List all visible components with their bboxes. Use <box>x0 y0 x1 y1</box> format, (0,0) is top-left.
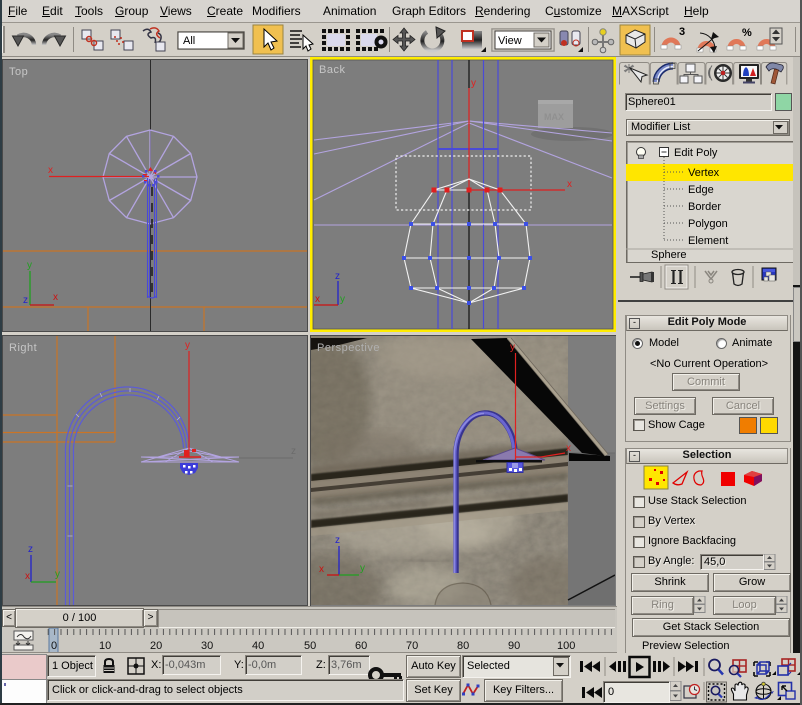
svg-text:40: 40 <box>252 640 264 652</box>
svg-text:20: 20 <box>150 640 162 652</box>
svg-text:z: z <box>28 544 33 555</box>
svg-text:Edge: Edge <box>688 184 714 196</box>
svg-text:Perspective: Perspective <box>317 342 380 354</box>
svg-text:y: y <box>185 340 190 351</box>
svg-text:z: z <box>291 446 296 457</box>
svg-text:MAX: MAX <box>544 112 564 122</box>
svg-text:0: 0 <box>51 640 57 652</box>
svg-text:Vertex: Vertex <box>688 167 720 179</box>
svg-text:View: View <box>498 35 522 47</box>
svg-text:80: 80 <box>457 640 469 652</box>
svg-text:y: y <box>27 260 32 271</box>
svg-text:z: z <box>335 535 340 546</box>
svg-text:z: z <box>23 295 28 306</box>
svg-text:30: 30 <box>201 640 213 652</box>
svg-text:70: 70 <box>406 640 418 652</box>
svg-text:x: x <box>53 292 58 303</box>
svg-text:y: y <box>55 569 60 580</box>
svg-text:x: x <box>48 165 53 176</box>
svg-text:3: 3 <box>679 26 685 38</box>
svg-text:90: 90 <box>508 640 520 652</box>
svg-text:50: 50 <box>304 640 316 652</box>
svg-text:%: % <box>742 27 752 39</box>
svg-text:All: All <box>183 35 195 47</box>
svg-text:Back: Back <box>319 64 345 76</box>
svg-text:x: x <box>566 443 571 454</box>
svg-text:y: y <box>510 342 515 353</box>
svg-text:Border: Border <box>688 201 721 213</box>
svg-text:y: y <box>471 78 476 89</box>
svg-text:x: x <box>567 179 572 190</box>
svg-text:x: x <box>25 571 30 582</box>
svg-text:x: x <box>319 564 324 575</box>
svg-text:y: y <box>340 294 345 305</box>
svg-text:Edit Poly: Edit Poly <box>674 147 718 159</box>
svg-text:y: y <box>360 563 365 574</box>
svg-text:z: z <box>335 271 340 282</box>
svg-text:Element: Element <box>688 235 728 247</box>
svg-text:Polygon: Polygon <box>688 218 728 230</box>
svg-text:100: 100 <box>557 640 575 652</box>
svg-text:Right: Right <box>9 342 37 354</box>
svg-text:10: 10 <box>99 640 111 652</box>
svg-text:60: 60 <box>355 640 367 652</box>
svg-text:x: x <box>315 294 320 305</box>
svg-text:Sphere: Sphere <box>651 249 686 261</box>
svg-text:Top: Top <box>9 66 28 78</box>
